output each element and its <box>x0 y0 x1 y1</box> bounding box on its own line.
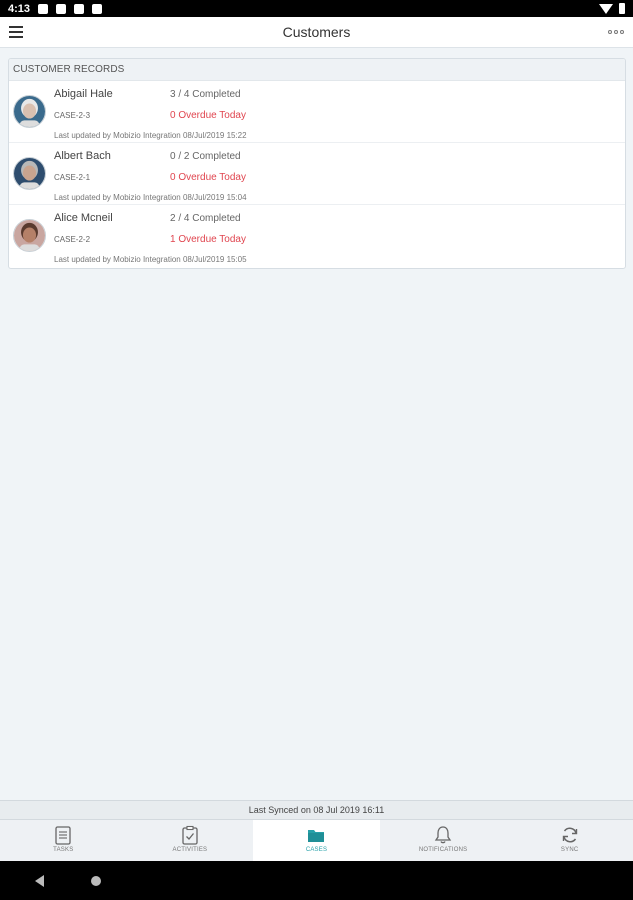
status-bar: 4:13 <box>0 0 633 17</box>
case-id: CASE-2-3 <box>54 111 91 120</box>
customer-name: Alice Mcneil <box>54 212 113 224</box>
hamburger-menu-icon[interactable] <box>9 26 23 38</box>
customer-record-row[interactable]: Alice Mcneil CASE-2-2 2 / 4 Completed 1 … <box>9 205 625 267</box>
customer-record-row[interactable]: Albert Bach CASE-2-1 0 / 2 Completed 0 O… <box>9 143 625 205</box>
tab-label: ACTIVITIES <box>172 847 208 853</box>
bell-icon <box>380 825 507 845</box>
last-updated-text: Last updated by Mobizio Integration 08/J… <box>54 131 247 140</box>
case-id: CASE-2-1 <box>54 173 91 182</box>
tasks-icon <box>0 825 127 845</box>
back-icon[interactable] <box>35 875 44 887</box>
sync-icon <box>506 825 633 845</box>
page-title: Customers <box>282 24 351 40</box>
last-updated-text: Last updated by Mobizio Integration 08/J… <box>54 193 247 202</box>
completion-status: 0 / 2 Completed <box>170 151 241 162</box>
last-updated-text: Last updated by Mobizio Integration 08/J… <box>54 255 247 264</box>
status-time: 4:13 <box>8 2 31 15</box>
tab-label: TASKS <box>53 847 74 853</box>
system-navigation-bar <box>0 861 633 900</box>
more-options-icon[interactable] <box>608 30 624 34</box>
bottom-tab-bar: TASKS ACTIVITIES CASES NOTIFICATIONS SYN… <box>0 819 633 861</box>
completion-status: 2 / 4 Completed <box>170 213 241 224</box>
settings-icon <box>38 3 49 14</box>
avatar <box>13 95 46 128</box>
customer-name: Albert Bach <box>54 150 111 162</box>
tab-label: NOTIFICATIONS <box>418 847 468 853</box>
customer-record-row[interactable]: Abigail Hale CASE-2-3 3 / 4 Completed 0 … <box>9 81 625 143</box>
wifi-icon <box>599 3 613 14</box>
overdue-status: 0 Overdue Today <box>170 110 246 121</box>
tab-sync[interactable]: SYNC <box>506 820 633 861</box>
battery-icon <box>619 3 625 14</box>
status-icons-left <box>38 3 103 14</box>
sd-card-icon <box>92 3 103 14</box>
cases-folder-icon <box>253 825 380 845</box>
status-icons-right <box>599 3 625 14</box>
home-icon[interactable] <box>91 876 101 886</box>
tab-label: CASES <box>305 847 328 853</box>
tab-label: SYNC <box>560 847 579 853</box>
case-id: CASE-2-2 <box>54 235 91 244</box>
avatar <box>13 219 46 252</box>
location-icon <box>56 3 67 14</box>
tab-tasks[interactable]: TASKS <box>0 820 127 861</box>
records-list: Abigail Hale CASE-2-3 3 / 4 Completed 0 … <box>9 81 625 267</box>
tab-activities[interactable]: ACTIVITIES <box>127 820 254 861</box>
customer-name: Abigail Hale <box>54 88 113 100</box>
overdue-status: 0 Overdue Today <box>170 172 246 183</box>
panel-title: CUSTOMER RECORDS <box>9 59 625 81</box>
last-synced-bar: Last Synced on 08 Jul 2019 16:11 <box>0 800 633 819</box>
completion-status: 3 / 4 Completed <box>170 89 241 100</box>
overdue-status: 1 Overdue Today <box>170 234 246 245</box>
photo-icon <box>74 3 85 14</box>
customer-records-panel: CUSTOMER RECORDS Abigail Hale CASE-2-3 3… <box>8 58 626 269</box>
tab-notifications[interactable]: NOTIFICATIONS <box>380 820 507 861</box>
app-header: Customers <box>0 17 633 48</box>
activities-icon <box>127 825 254 845</box>
avatar <box>13 157 46 190</box>
tab-cases[interactable]: CASES <box>253 820 380 861</box>
